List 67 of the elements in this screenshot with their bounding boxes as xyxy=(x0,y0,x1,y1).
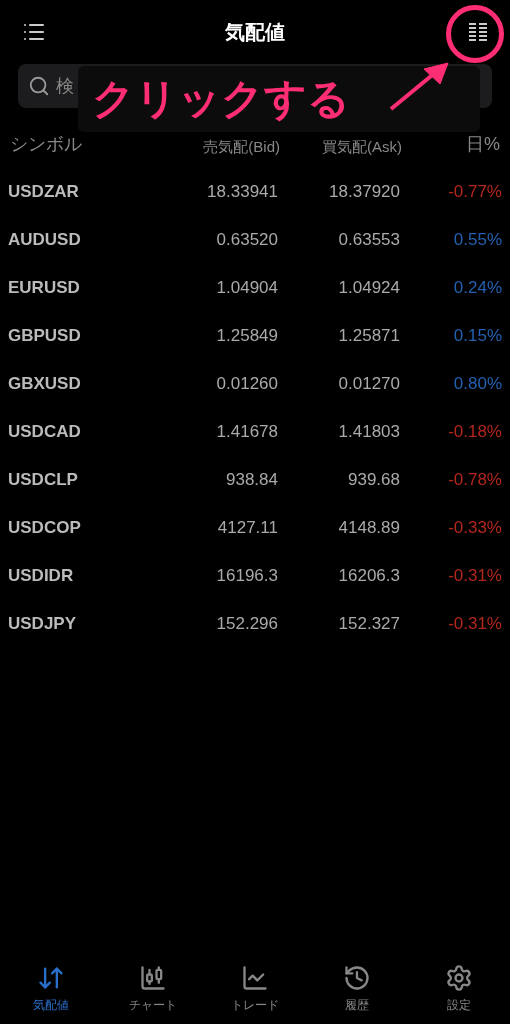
change-percent: 0.80% xyxy=(452,373,502,396)
ask-price: 18.37920 xyxy=(328,181,400,204)
quote-row[interactable]: USDJPY 152.296 152.327 -0.31% xyxy=(0,600,510,648)
symbol-text: USDCOP xyxy=(8,517,82,540)
bid-price: 938.84 xyxy=(225,469,278,492)
column-header: 買気配(Ask) xyxy=(321,136,402,157)
bid-price: 18.33941 xyxy=(206,181,278,204)
bid-price: 4127.11 xyxy=(216,517,278,540)
symbol-text: GBXUSD xyxy=(8,373,82,396)
tab-bar-item[interactable]: トレード xyxy=(204,964,306,1014)
quote-row[interactable]: USDCOP 4127.11 4148.89 -0.33% xyxy=(0,504,510,552)
quote-row[interactable]: USDZAR 18.33941 18.37920 -0.77% xyxy=(0,168,510,216)
ask-price: 4148.89 xyxy=(337,517,400,540)
bid-price: 0.01260 xyxy=(215,373,278,396)
trade-icon xyxy=(241,964,269,992)
change-percent: 0.15% xyxy=(452,325,502,348)
bid-price: 1.41678 xyxy=(215,421,278,444)
change-percent: 0.24% xyxy=(452,277,502,300)
tab-bar-item[interactable]: チャート xyxy=(102,964,204,1014)
ask-price: 152.327 xyxy=(337,613,400,636)
symbol-text: AUDUSD xyxy=(8,229,82,252)
bid-price: 16196.3 xyxy=(215,565,278,588)
annotation-arrow xyxy=(388,60,450,112)
bid-price: 152.296 xyxy=(215,613,278,636)
change-percent: 0.55% xyxy=(452,229,502,252)
tab-bar-item[interactable]: 気配値 xyxy=(0,964,102,1014)
change-percent: -0.77% xyxy=(447,181,502,204)
ask-price: 16206.3 xyxy=(337,565,400,588)
bid-price: 0.63520 xyxy=(215,229,278,252)
column-header: 日% xyxy=(465,133,500,156)
bid-price: 1.25849 xyxy=(215,325,278,348)
change-percent: -0.78% xyxy=(447,469,502,492)
chart-icon xyxy=(139,964,167,992)
search-icon xyxy=(28,75,50,97)
history-icon xyxy=(343,964,371,992)
symbol-text: EURUSD xyxy=(8,277,81,300)
quote-row[interactable]: USDCLP 938.84 939.68 -0.78% xyxy=(0,456,510,504)
symbol-text: USDIDR xyxy=(8,565,75,588)
change-percent: -0.31% xyxy=(447,613,502,636)
ask-price: 0.63553 xyxy=(337,229,400,252)
quote-row[interactable]: USDIDR 16196.3 16206.3 -0.31% xyxy=(0,552,510,600)
ask-price: 1.25871 xyxy=(337,325,400,348)
quote-row[interactable]: EURUSD 1.04904 1.04924 0.24% xyxy=(0,264,510,312)
quote-row[interactable]: USDCAD 1.41678 1.41803 -0.18% xyxy=(0,408,510,456)
symbol-text: USDCAD xyxy=(8,421,82,444)
quote-row[interactable]: AUDUSD 0.63520 0.63553 0.55% xyxy=(0,216,510,264)
ask-price: 939.68 xyxy=(347,469,400,492)
symbol-text: USDCLP xyxy=(8,469,79,492)
ask-price: 1.41803 xyxy=(337,421,400,444)
page-title: 気配値 xyxy=(225,20,285,45)
quote-row[interactable]: GBPUSD 1.25849 1.25871 0.15% xyxy=(0,312,510,360)
quote-row[interactable]: GBXUSD 0.01260 0.01270 0.80% xyxy=(0,360,510,408)
symbol-text: USDZAR xyxy=(8,181,80,204)
ask-price: 0.01270 xyxy=(337,373,400,396)
change-percent: -0.33% xyxy=(447,517,502,540)
change-percent: -0.18% xyxy=(447,421,502,444)
columns-icon[interactable] xyxy=(468,23,488,41)
symbol-text: USDJPY xyxy=(8,613,78,636)
tab-bar-item[interactable]: 設定 xyxy=(408,964,510,1014)
ask-price: 1.04924 xyxy=(337,277,400,300)
column-header: シンボル xyxy=(10,133,83,156)
symbol-text: GBPUSD xyxy=(8,325,82,348)
column-header: 売気配(Bid) xyxy=(202,136,280,157)
bid-price: 1.04904 xyxy=(215,277,278,300)
settings-icon xyxy=(445,964,473,992)
change-percent: -0.31% xyxy=(447,565,502,588)
tab-bar-item[interactable]: 履歴 xyxy=(306,964,408,1014)
